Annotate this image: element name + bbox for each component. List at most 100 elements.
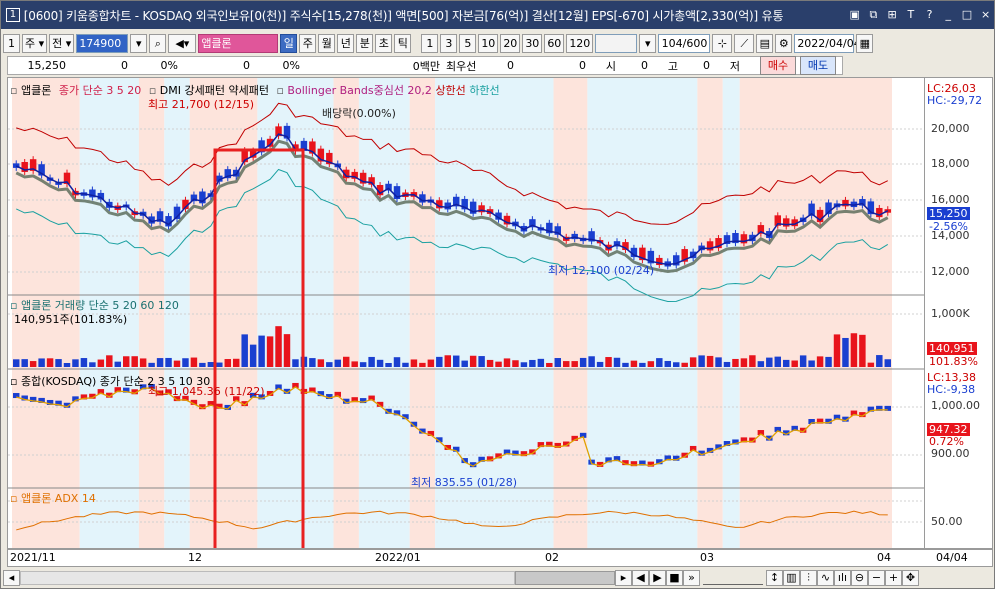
interval-10[interactable]: 10 (478, 33, 499, 53)
link-icon[interactable]: ▣ (846, 7, 863, 24)
plus-icon[interactable]: + (885, 569, 902, 586)
period-minute[interactable]: 분 (356, 33, 374, 53)
zoom-slider[interactable] (703, 571, 763, 585)
interval-30[interactable]: 30 (522, 33, 543, 53)
trade-buttons: 매수 매도 (760, 56, 836, 75)
period-year[interactable]: 년 (337, 33, 355, 53)
volume-bar (334, 359, 341, 367)
volume-bar (622, 362, 629, 367)
stock-name-field[interactable]: 앱클론 (198, 33, 279, 53)
save-icon[interactable]: ▤ (756, 33, 774, 53)
window-number[interactable]: 1 (6, 8, 20, 22)
pan-icon[interactable]: ✥ (902, 569, 919, 586)
volume-bar (469, 355, 477, 367)
chart-type-icon[interactable]: ▥ (783, 569, 800, 586)
date-axis: 2021/11 12 2022/01 02 03 04 04/04 (7, 549, 993, 567)
play-icon[interactable]: ▶ (649, 569, 666, 586)
interval-3[interactable]: 3 (440, 33, 458, 53)
tab-number[interactable]: 1 (3, 33, 20, 53)
minimize-button[interactable]: _ (940, 7, 957, 24)
adx-tick: 50.00 (931, 515, 963, 528)
copy-window-icon[interactable]: ⧉ (865, 7, 882, 24)
volume-bar (410, 359, 418, 367)
play-back-icon[interactable]: ◀ (632, 569, 649, 586)
quote-price: 15,250 (27, 59, 67, 72)
chart-tool-icon[interactable]: ⊹ (712, 33, 733, 53)
quote-high-label: 고 (667, 59, 678, 73)
scrollbar-thumb[interactable] (515, 570, 615, 585)
stock-code-input[interactable]: 174900 (76, 33, 129, 53)
period-week[interactable]: 주 (299, 33, 317, 53)
index-tick: 900.00 (931, 447, 970, 460)
period-month[interactable]: 월 (318, 33, 336, 53)
candle-icon[interactable]: ⫶ (800, 569, 817, 586)
period-day[interactable]: 일 (280, 33, 298, 53)
volume-bar (359, 362, 367, 367)
volume-bar (173, 360, 181, 367)
chart-area[interactable]: ▫ 앱클론 종가 단순 3 5 20 ▫ DMI 강세패턴 약세패턴 ▫ Bol… (7, 77, 925, 549)
line-tool-icon[interactable]: ⟋ (734, 33, 755, 53)
scroll-right-icon[interactable]: ▸ (615, 569, 632, 586)
font-icon[interactable]: T (902, 7, 919, 24)
chevron-down-icon[interactable]: ▾ (639, 33, 657, 53)
stop-icon[interactable]: ■ (666, 569, 683, 586)
volume-bar (351, 361, 358, 367)
scroll-left-icon[interactable]: ◂ (3, 569, 20, 586)
quote-best-bid: 0 (579, 59, 586, 72)
period-second[interactable]: 초 (375, 33, 393, 53)
interval-5[interactable]: 5 (459, 33, 477, 53)
sell-button[interactable]: 매도 (800, 56, 836, 75)
date-label: 12 (188, 551, 202, 564)
volume-bar (740, 358, 748, 367)
search-icon[interactable]: ⌕ (149, 33, 167, 53)
prev-dropdown[interactable]: 전 ▾ (49, 33, 75, 53)
volume-bar (402, 362, 409, 367)
period-tick[interactable]: 틱 (394, 33, 412, 53)
volume-bar (29, 361, 37, 367)
maximize-button[interactable]: □ (959, 7, 976, 24)
interval-20[interactable]: 20 (500, 33, 521, 53)
quote-low-label: 저 (729, 59, 740, 73)
volume-bar (266, 336, 274, 367)
dividend-note: 배당락(0.00%) (322, 107, 396, 120)
interval-120[interactable]: 120 (566, 33, 594, 53)
fast-forward-icon[interactable]: » (683, 569, 700, 586)
volume-bar (275, 326, 282, 367)
buy-button[interactable]: 매수 (760, 56, 796, 75)
volume-bar (613, 357, 621, 367)
code-dropdown-icon[interactable]: ▾ (130, 33, 148, 53)
value-axis: LC:26,03 HC:-29,72 20,000 18,000 16,000 … (925, 77, 993, 549)
adx-legend: ▫ 앱클론 ADX 14 (10, 490, 96, 506)
line-icon[interactable]: ∿ (817, 569, 834, 586)
quote-best-label: 최우선 (446, 59, 477, 73)
volume-bar (867, 362, 875, 367)
horizontal-scrollbar[interactable] (20, 570, 515, 585)
date-input[interactable]: 2022/04/04 (794, 33, 861, 53)
price-tick: 16,000 (931, 193, 970, 206)
gear-icon[interactable]: ⚙ (775, 33, 793, 53)
close-button[interactable]: × (977, 7, 994, 24)
volume-bar (385, 362, 392, 367)
volume-bar (554, 358, 561, 367)
sound-icon[interactable]: ◀▾ (168, 33, 197, 53)
zoom-out-icon[interactable]: ⊖ (851, 569, 868, 586)
calendar-icon[interactable]: ▦ (856, 33, 874, 53)
help-icon[interactable]: ? (921, 7, 938, 24)
prev-label: 전 (52, 36, 63, 50)
interval-60[interactable]: 60 (544, 33, 565, 53)
grid-icon[interactable]: ⊞ (884, 7, 901, 24)
custom-interval-input[interactable] (595, 33, 638, 53)
volume-bar (630, 360, 638, 367)
volume-bar (38, 358, 45, 367)
count-input[interactable]: 104/600 (658, 33, 711, 53)
volume-bar (833, 334, 841, 367)
volume-bar (799, 355, 807, 367)
minus-icon[interactable]: − (868, 569, 885, 586)
week-dropdown[interactable]: 주 ▾ (22, 33, 48, 53)
title-bar: 1 [0600] 키움종합차트 - KOSDAQ 외국인보유[0(천)] 주식수… (1, 1, 994, 29)
volume-bar (529, 359, 536, 367)
cursor-icon[interactable]: ↕ (766, 569, 783, 586)
volume-bar (21, 359, 28, 367)
bar-icon[interactable]: ılı (834, 569, 851, 586)
interval-1[interactable]: 1 (421, 33, 439, 53)
